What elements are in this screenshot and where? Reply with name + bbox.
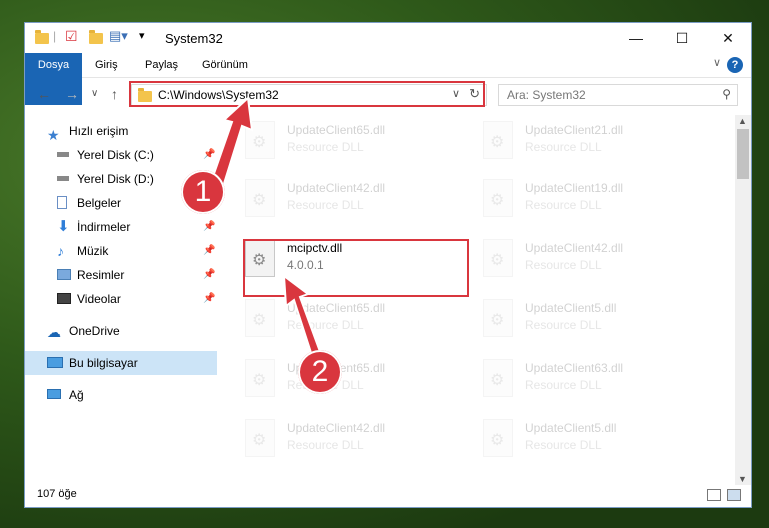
- callout-badge-1: 1: [181, 170, 225, 214]
- arrow-two: [282, 273, 324, 364]
- callout-badge-2: 2: [298, 350, 342, 394]
- callout-arrows: [208, 95, 324, 364]
